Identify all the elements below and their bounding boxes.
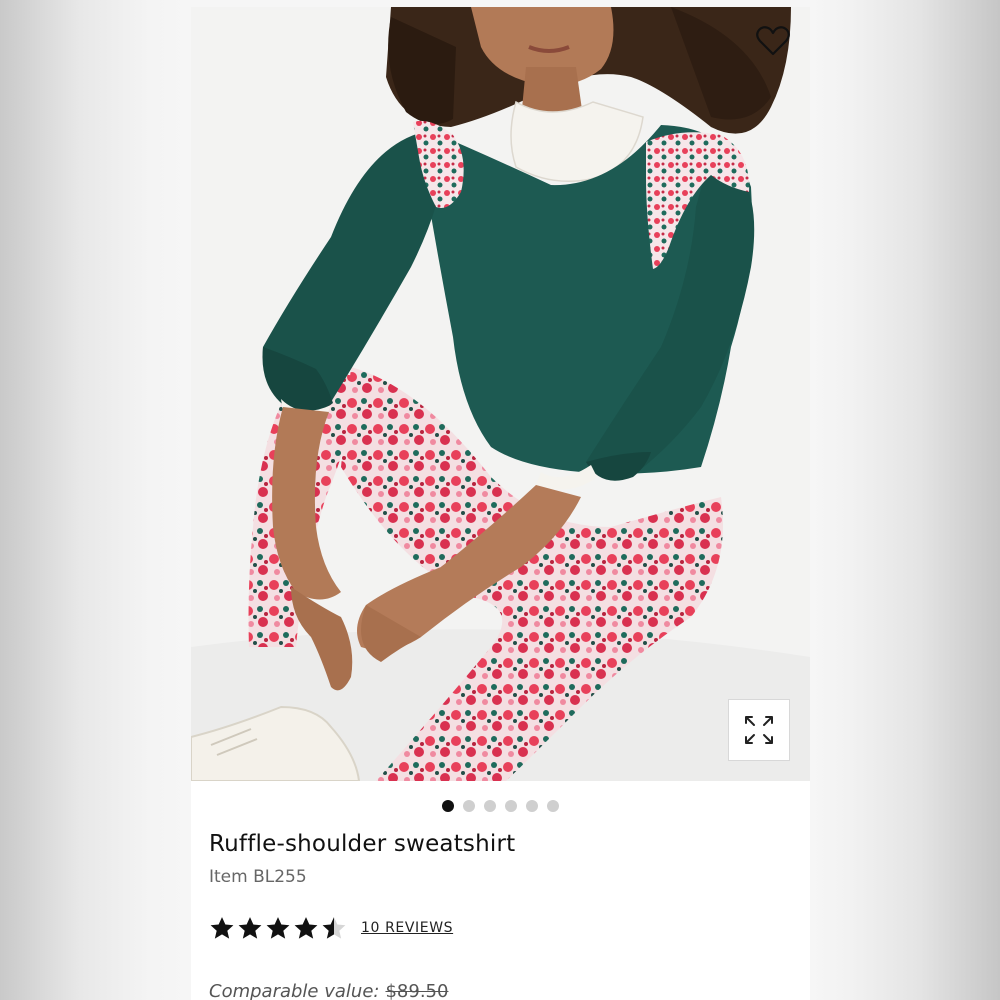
carousel-dot[interactable] (526, 800, 538, 812)
star-icon (238, 917, 262, 939)
comparable-price: $89.50 (385, 981, 449, 1000)
product-card: Ruffle-shoulder sweatshirt Item BL255 10… (191, 7, 810, 1000)
comparable-value: Comparable value: $89.50 (209, 981, 448, 1000)
image-carousel-dots (191, 799, 810, 813)
product-image[interactable] (191, 7, 810, 781)
carousel-dot[interactable] (505, 800, 517, 812)
star-icon (294, 917, 318, 939)
star-icon (210, 917, 234, 939)
expand-image-button[interactable] (728, 699, 790, 761)
carousel-dot[interactable] (547, 800, 559, 812)
star-half-icon (322, 917, 346, 939)
item-number: Item BL255 (209, 867, 307, 887)
star-rating (209, 915, 347, 941)
product-photo (191, 7, 810, 781)
carousel-dot[interactable] (463, 800, 475, 812)
heart-icon (756, 26, 790, 56)
expand-icon (745, 716, 773, 744)
reviews-link[interactable]: 10 REVIEWS (361, 920, 453, 936)
carousel-dot[interactable] (484, 800, 496, 812)
comparable-label: Comparable value: (209, 981, 380, 1000)
star-icon (266, 917, 290, 939)
wishlist-button[interactable] (753, 21, 793, 61)
product-title: Ruffle-shoulder sweatshirt (209, 831, 516, 857)
rating-summary: 10 REVIEWS (209, 913, 453, 943)
carousel-dot[interactable] (442, 800, 454, 812)
